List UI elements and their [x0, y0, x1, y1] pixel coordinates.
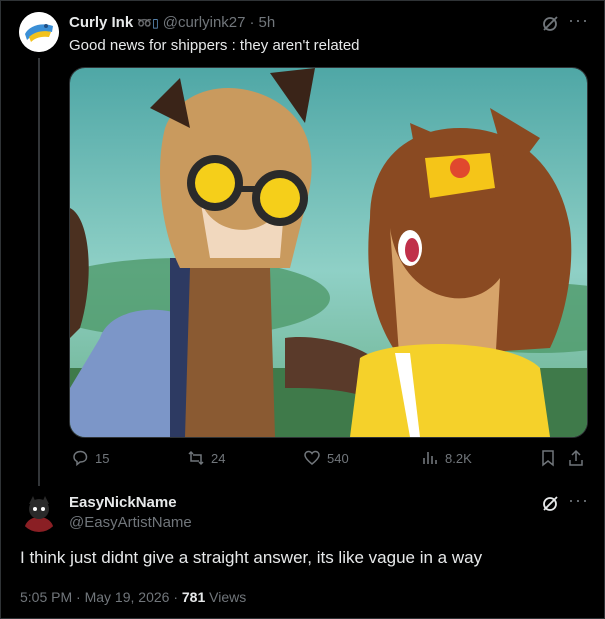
separator-dot: · [173, 589, 178, 605]
more-options-icon[interactable]: ··· [568, 10, 589, 31]
reply-views-label: Views [209, 589, 247, 605]
share-icon [569, 449, 583, 466]
grok-icon[interactable] [541, 495, 559, 513]
views-count: 8.2K [445, 450, 472, 466]
tweet-text: Good news for shippers : they aren't rel… [69, 37, 360, 54]
grok-icon[interactable] [541, 15, 559, 33]
reply-views-count: 781 [181, 589, 206, 605]
affiliate-badge-icon: ➿▯ [137, 15, 159, 30]
handle[interactable]: @curlyink27 [163, 14, 246, 31]
thread-connector-line [38, 58, 40, 486]
separator-dot: · [76, 589, 81, 605]
display-name[interactable]: Curly Ink [69, 14, 133, 31]
reply-author-name-row: EasyNickName [69, 494, 177, 511]
anime-illustration [70, 68, 587, 437]
views-button[interactable]: 8.2K [421, 449, 472, 467]
reply-date[interactable]: May 19, 2026 [85, 589, 170, 605]
tweet-media-image[interactable] [69, 67, 588, 438]
repost-icon [188, 450, 204, 466]
reply-count: 15 [95, 450, 110, 466]
reply-metadata: 5:05 PM · May 19, 2026 · 781 Views [20, 589, 246, 605]
reply-icon [73, 450, 88, 467]
display-name[interactable]: EasyNickName [69, 494, 177, 511]
separator-dot: · [249, 14, 255, 31]
repost-count: 24 [211, 450, 226, 466]
repost-button[interactable]: 24 [187, 449, 225, 467]
like-button[interactable]: 540 [303, 449, 349, 467]
avatar-curly-ink-image [19, 12, 59, 52]
avatar[interactable] [19, 492, 59, 532]
tweet-actions: 15 24 540 8.2K [69, 449, 589, 471]
avatar[interactable] [19, 12, 59, 52]
handle[interactable]: @EasyArtistName [69, 514, 192, 531]
bookmark-icon [542, 450, 554, 467]
bookmark-button[interactable] [539, 449, 557, 467]
reply-author-handle-row: @EasyArtistName [69, 514, 192, 531]
more-options-icon[interactable]: ··· [568, 490, 589, 511]
timestamp[interactable]: 5h [259, 14, 276, 31]
tweet-header: Curly Ink ➿▯ @curlyink27 · 5h [69, 14, 275, 31]
reply-time[interactable]: 5:05 PM [20, 589, 72, 605]
views-icon [423, 452, 437, 464]
like-count: 540 [327, 450, 349, 466]
share-button[interactable] [567, 449, 585, 467]
reply-text: I think just didnt give a straight answe… [20, 548, 483, 567]
like-icon [304, 450, 320, 465]
reply-button[interactable]: 15 [71, 449, 109, 467]
avatar-easynickname-image [19, 492, 59, 532]
